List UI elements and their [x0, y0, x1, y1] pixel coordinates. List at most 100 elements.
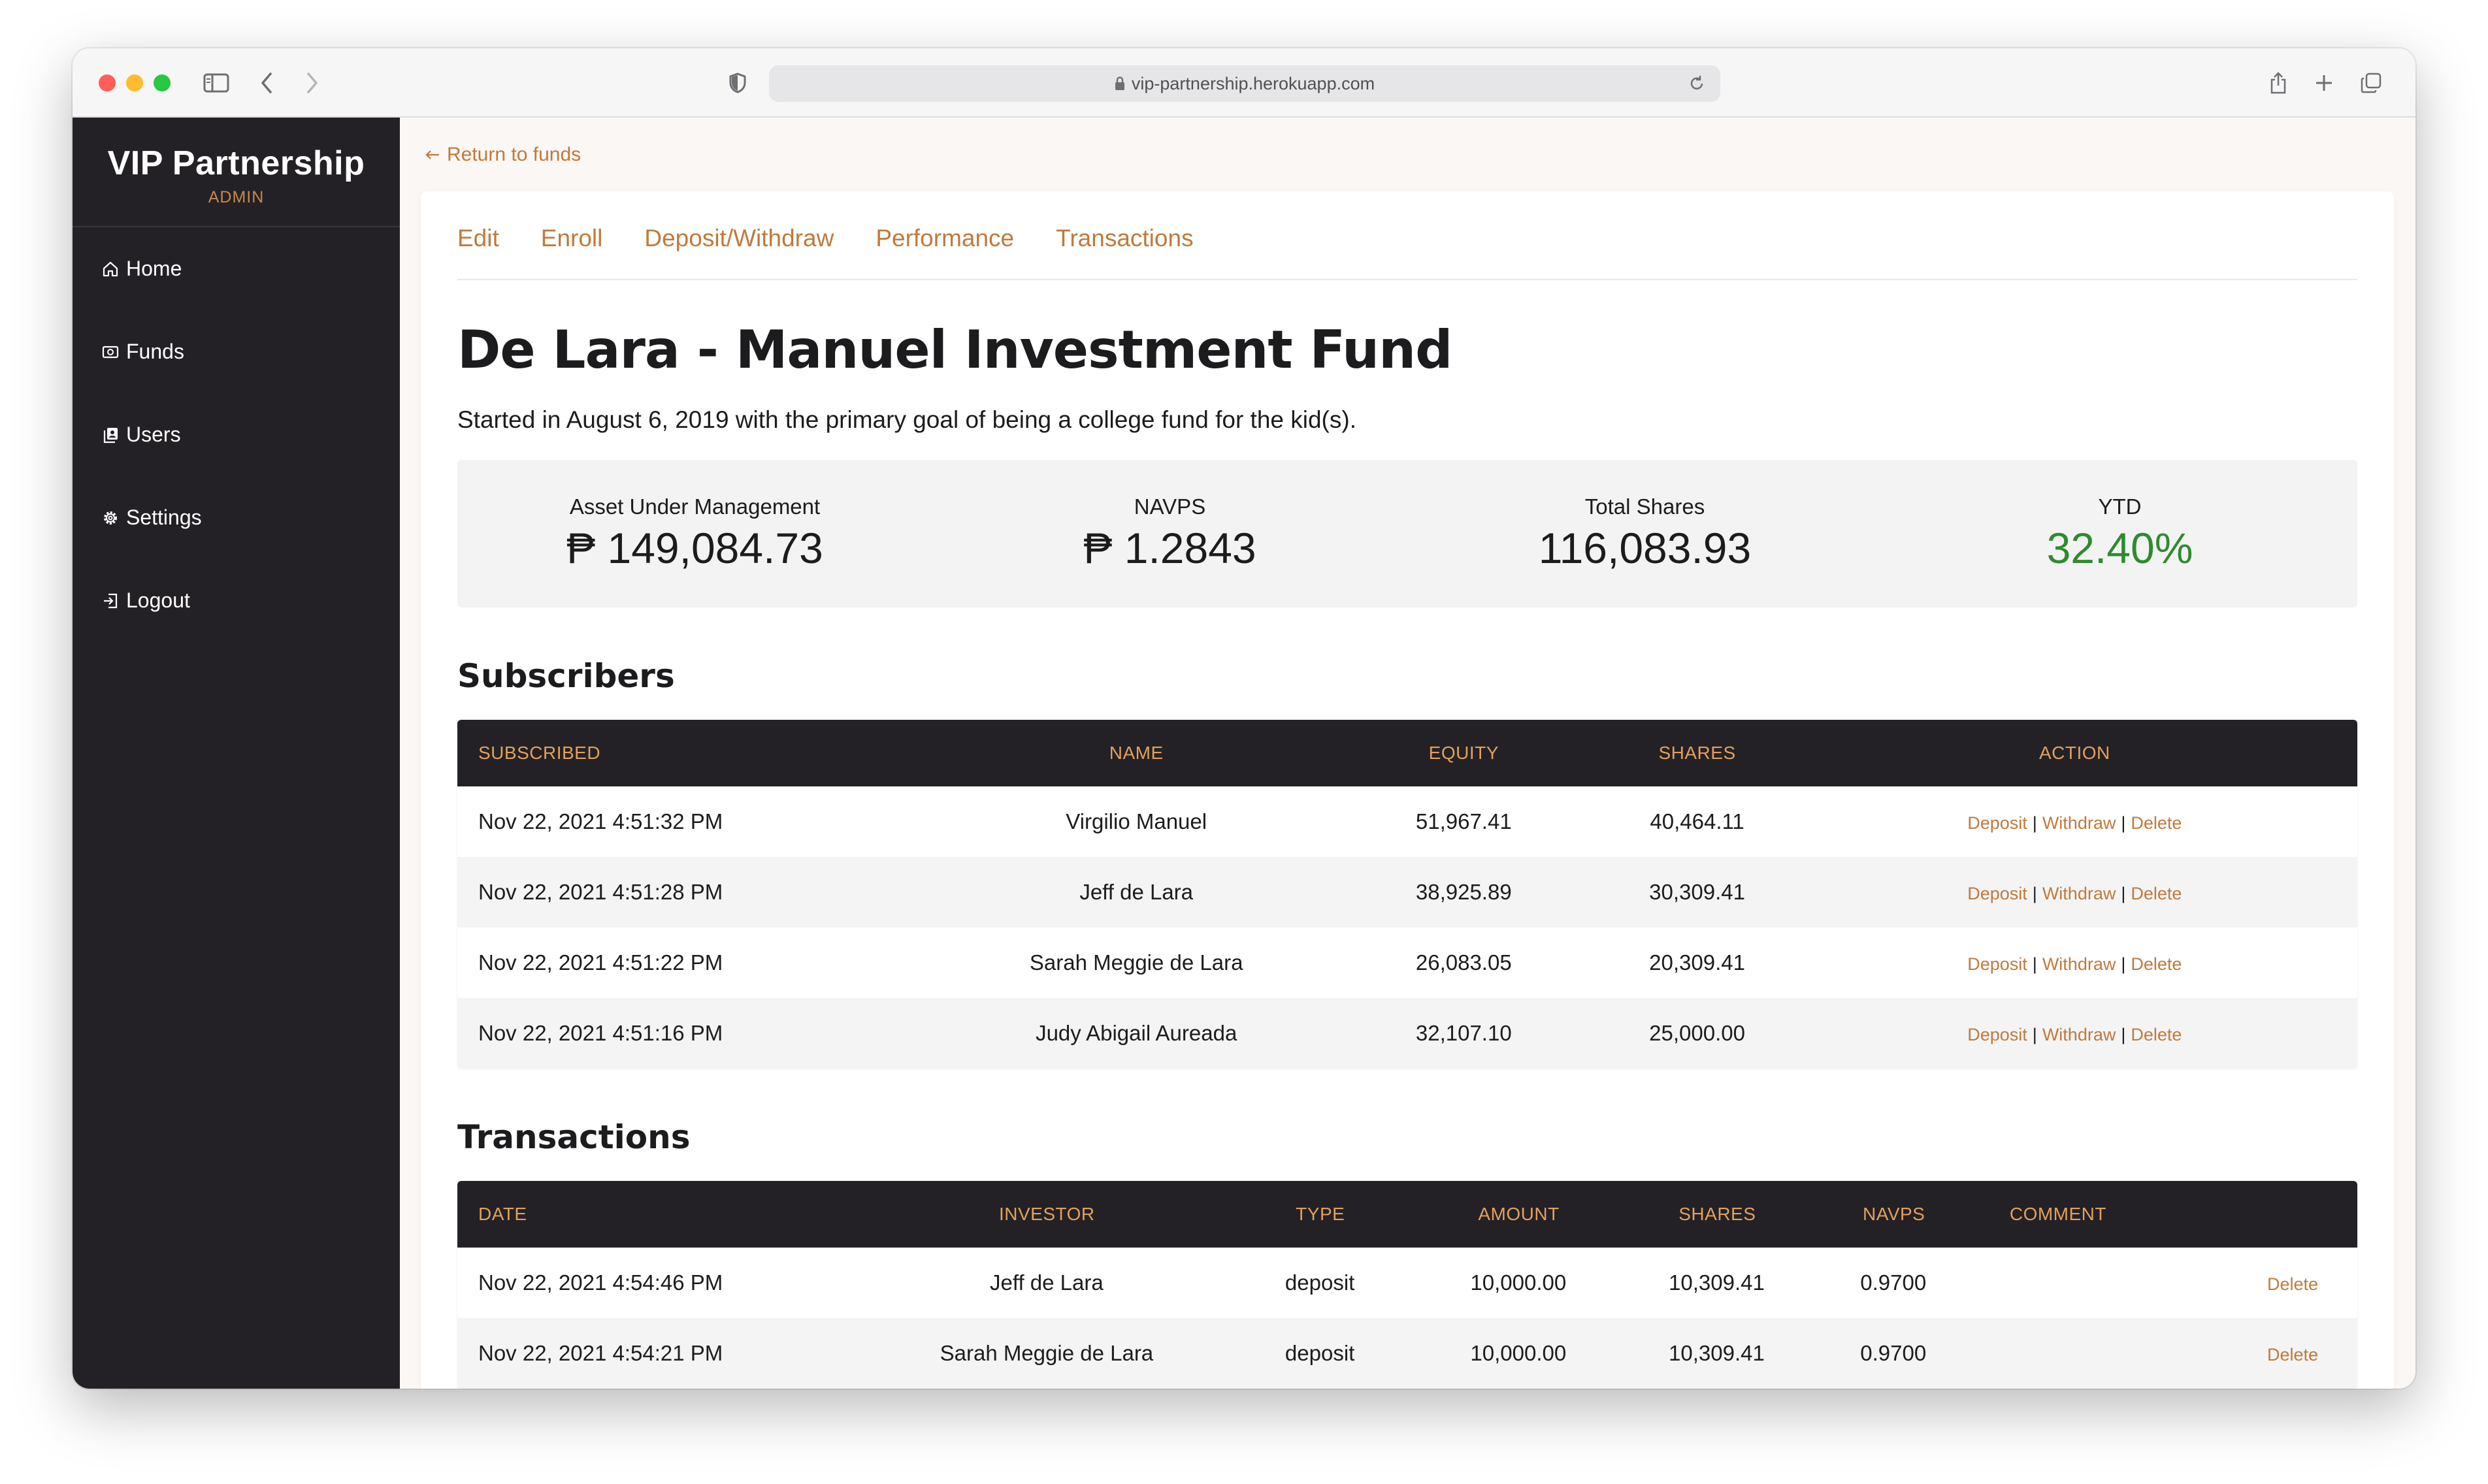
stat-label: Asset Under Management	[569, 494, 821, 519]
new-tab-icon[interactable]	[2311, 67, 2337, 99]
stat-value: 32.40%	[2046, 524, 2193, 572]
withdraw-link[interactable]: Withdraw	[2042, 954, 2116, 974]
sidebar-item-funds[interactable]: Funds	[73, 310, 400, 393]
table-header: SUBSCRIBED NAME EQUITY SHARES ACTION	[457, 720, 2357, 786]
deposit-link[interactable]: Deposit	[1967, 884, 2027, 903]
reload-icon[interactable]	[1688, 74, 1706, 93]
stat-value: ₱ 149,084.73	[566, 524, 823, 572]
sidebar-item-label: Logout	[126, 589, 190, 612]
subscribed-date-cell: Nov 22, 2021 4:51:22 PM	[478, 950, 723, 975]
privacy-shield-icon[interactable]	[725, 67, 751, 99]
sidebar-item-home[interactable]: Home	[73, 227, 400, 310]
address-bar[interactable]: vip-partnership.herokuapp.com	[769, 65, 1720, 102]
column-header[interactable]: SUBSCRIBED	[457, 743, 947, 764]
delete-link[interactable]: Delete	[2131, 813, 2182, 833]
sidebar-item-users[interactable]: Users	[73, 393, 400, 476]
return-to-funds-link[interactable]: Return to funds	[425, 144, 581, 166]
brand[interactable]: VIP Partnership ADMIN	[73, 118, 400, 227]
sidebar-item-logout[interactable]: Logout	[73, 559, 400, 642]
funds-icon	[101, 343, 120, 361]
column-header[interactable]: COMMENT	[1960, 1204, 2155, 1225]
column-header[interactable]: SHARES	[1607, 1204, 1827, 1225]
delete-link[interactable]: Delete	[2267, 1345, 2318, 1364]
investor-cell: Sarah Meggie de Lara	[940, 1341, 1154, 1365]
action-separator: |	[2121, 884, 2126, 903]
table-row: Nov 22, 2021 4:51:16 PM Judy Abigail Aure…	[457, 998, 2357, 1069]
table-row: Nov 22, 2021 4:51:32 PM Virgilio Manuel 51…	[457, 786, 2357, 857]
back-icon[interactable]	[250, 67, 283, 99]
withdraw-link[interactable]: Withdraw	[2042, 884, 2116, 903]
deposit-link[interactable]: Deposit	[1967, 813, 2027, 833]
users-icon	[101, 426, 120, 444]
action-separator: |	[2032, 954, 2037, 974]
fund-stats: Asset Under Management ₱ 149,084.73 NAVP…	[457, 460, 2357, 607]
arrow-left-icon	[425, 148, 440, 161]
sidebar-item-label: Home	[126, 257, 182, 280]
action-cell: Delete	[2155, 1270, 2357, 1295]
brand-role: ADMIN	[208, 188, 265, 206]
column-header[interactable]: NAME	[947, 743, 1325, 764]
gear-icon	[101, 509, 120, 527]
withdraw-link[interactable]: Withdraw	[2042, 813, 2116, 833]
stat-aum: Asset Under Management ₱ 149,084.73	[457, 494, 932, 573]
stat-total-shares: Total Shares 116,083.93	[1407, 494, 1882, 573]
action-separator: |	[2121, 954, 2126, 974]
brand-title: VIP Partnership	[107, 144, 365, 182]
column-header[interactable]: EQUITY	[1325, 743, 1602, 764]
action-cell: Deposit | Withdraw | Delete	[1792, 809, 2357, 834]
shares-cell: 30,309.41	[1649, 880, 1745, 904]
transaction-date-cell: Nov 22, 2021 4:54:21 PM	[478, 1341, 723, 1365]
sidebar: VIP Partnership ADMIN Home Funds Users S…	[73, 118, 400, 1389]
subscribed-date-cell: Nov 22, 2021 4:51:16 PM	[478, 1021, 723, 1045]
sidebar-toggle-icon[interactable]	[197, 67, 236, 99]
deposit-link[interactable]: Deposit	[1967, 954, 2027, 974]
logout-icon	[101, 592, 120, 610]
fund-description: Started in August 6, 2019 with the prima…	[457, 406, 1356, 433]
close-window-button[interactable]	[99, 74, 116, 91]
column-header[interactable]: TYPE	[1210, 1204, 1430, 1225]
delete-link[interactable]: Delete	[2131, 884, 2182, 903]
tab-deposit-withdraw[interactable]: Deposit/Withdraw	[644, 225, 834, 252]
tab-performance[interactable]: Performance	[876, 225, 1014, 252]
table-row: Nov 22, 2021 4:54:46 PM Jeff de Lara depos…	[457, 1248, 2357, 1318]
withdraw-link[interactable]: Withdraw	[2042, 1025, 2116, 1044]
subscribers-heading: Subscribers	[457, 657, 675, 695]
column-header[interactable]: SHARES	[1602, 743, 1792, 764]
tab-edit[interactable]: Edit	[457, 225, 499, 252]
action-separator: |	[2032, 884, 2037, 903]
column-header[interactable]: INVESTOR	[883, 1204, 1210, 1225]
delete-link[interactable]: Delete	[2131, 1025, 2182, 1044]
tab-enroll[interactable]: Enroll	[541, 225, 603, 252]
column-header[interactable]: NAVPS	[1827, 1204, 1960, 1225]
action-separator: |	[2121, 813, 2126, 833]
action-cell: Deposit | Withdraw | Delete	[1792, 950, 2357, 975]
share-icon[interactable]	[2265, 67, 2291, 99]
action-cell: Deposit | Withdraw | Delete	[1792, 880, 2357, 905]
browser-toolbar: vip-partnership.herokuapp.com	[73, 48, 2415, 118]
tab-transactions[interactable]: Transactions	[1056, 225, 1193, 252]
action-cell: Delete	[2155, 1341, 2357, 1366]
delete-link[interactable]: Delete	[2267, 1274, 2318, 1294]
sidebar-item-settings[interactable]: Settings	[73, 476, 400, 559]
subscriber-name-cell: Jeff de Lara	[1079, 880, 1194, 904]
minimize-window-button[interactable]	[126, 74, 143, 91]
transaction-date-cell: Nov 22, 2021 4:54:46 PM	[478, 1270, 723, 1295]
action-separator: |	[2032, 813, 2037, 833]
stat-label: Total Shares	[1584, 494, 1705, 519]
shares-cell: 25,000.00	[1649, 1021, 1745, 1045]
stat-value: ₱ 1.2843	[1083, 524, 1256, 572]
forward-icon[interactable]	[296, 67, 329, 99]
deposit-link[interactable]: Deposit	[1967, 1025, 2027, 1044]
lock-icon	[1115, 76, 1125, 91]
shares-cell: 10,309.41	[1669, 1341, 1765, 1365]
column-header[interactable]: DATE	[457, 1204, 883, 1225]
table-row: Nov 22, 2021 4:51:28 PM Jeff de Lara 38,92…	[457, 857, 2357, 928]
delete-link[interactable]: Delete	[2131, 954, 2182, 974]
column-header[interactable]: ACTION	[1792, 743, 2357, 764]
navps-cell: 0.9700	[1860, 1270, 1927, 1295]
subscriber-name-cell: Virgilio Manuel	[1066, 809, 1207, 833]
maximize-window-button[interactable]	[154, 74, 171, 91]
return-link-label: Return to funds	[447, 144, 581, 165]
tab-overview-icon[interactable]	[2358, 67, 2384, 99]
column-header[interactable]: AMOUNT	[1430, 1204, 1607, 1225]
